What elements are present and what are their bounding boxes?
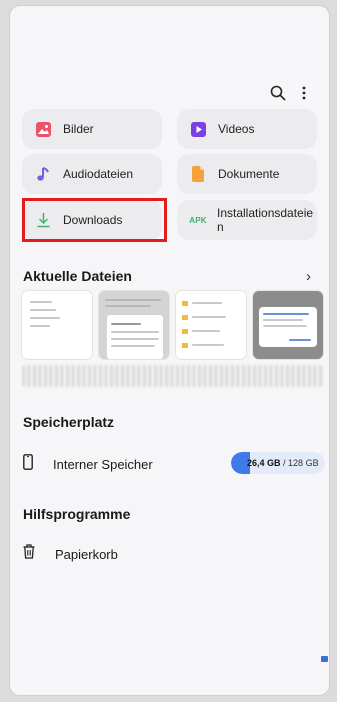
category-audio-label: Audiodateien (63, 167, 134, 181)
floating-indicator (321, 656, 328, 662)
recent-files-title: Aktuelle Dateien (23, 268, 132, 284)
category-videos[interactable]: Videos (177, 109, 317, 149)
category-videos-label: Videos (218, 122, 255, 136)
storage-usage-pill: 26,4 GB / 128 GB (231, 452, 325, 474)
trash-label: Papierkorb (55, 546, 118, 562)
category-documents[interactable]: Dokumente (177, 154, 317, 194)
recent-file-thumbnail[interactable] (253, 291, 323, 359)
app-bar (10, 78, 329, 108)
more-options-icon[interactable] (292, 81, 316, 105)
category-documents-label: Dokumente (218, 167, 280, 181)
category-installers-label: Installationsdateie n (217, 206, 314, 234)
recent-file-names-blurred (22, 365, 324, 387)
chevron-right-icon[interactable]: › (306, 268, 311, 285)
document-icon (190, 166, 206, 182)
trash-icon (23, 544, 35, 564)
apk-badge: APK (189, 215, 207, 225)
download-icon (35, 212, 51, 228)
storage-section-title: Speicherplatz (23, 414, 115, 430)
my-files-screen: Bilder Videos Audiodateien Dokumente Dow… (10, 6, 329, 695)
recent-file-thumbnail[interactable] (99, 291, 169, 359)
recent-files-strip (22, 291, 324, 361)
recent-file-thumbnail[interactable] (22, 291, 92, 359)
tools-section-title: Hilfsprogramme (23, 506, 131, 522)
apk-icon: APK (187, 212, 209, 228)
phone-icon (23, 453, 33, 475)
category-audio[interactable]: Audiodateien (22, 154, 162, 194)
category-downloads[interactable]: Downloads (22, 200, 162, 240)
recent-file-thumbnail[interactable] (176, 291, 246, 359)
internal-storage-label: Interner Speicher (53, 456, 153, 472)
storage-used: 26,4 GB (247, 458, 281, 468)
category-installers[interactable]: APK Installationsdateie n (177, 200, 317, 240)
music-note-icon (35, 166, 51, 182)
category-images-label: Bilder (63, 122, 94, 136)
trash-row[interactable]: Papierkorb (23, 542, 118, 566)
image-icon (35, 121, 51, 137)
video-icon (190, 121, 206, 137)
category-images[interactable]: Bilder (22, 109, 162, 149)
category-downloads-label: Downloads (63, 213, 123, 227)
search-icon[interactable] (266, 81, 290, 105)
internal-storage-row[interactable]: Interner Speicher 26,4 GB / 128 GB (23, 452, 325, 476)
storage-total: / 128 GB (283, 458, 319, 468)
